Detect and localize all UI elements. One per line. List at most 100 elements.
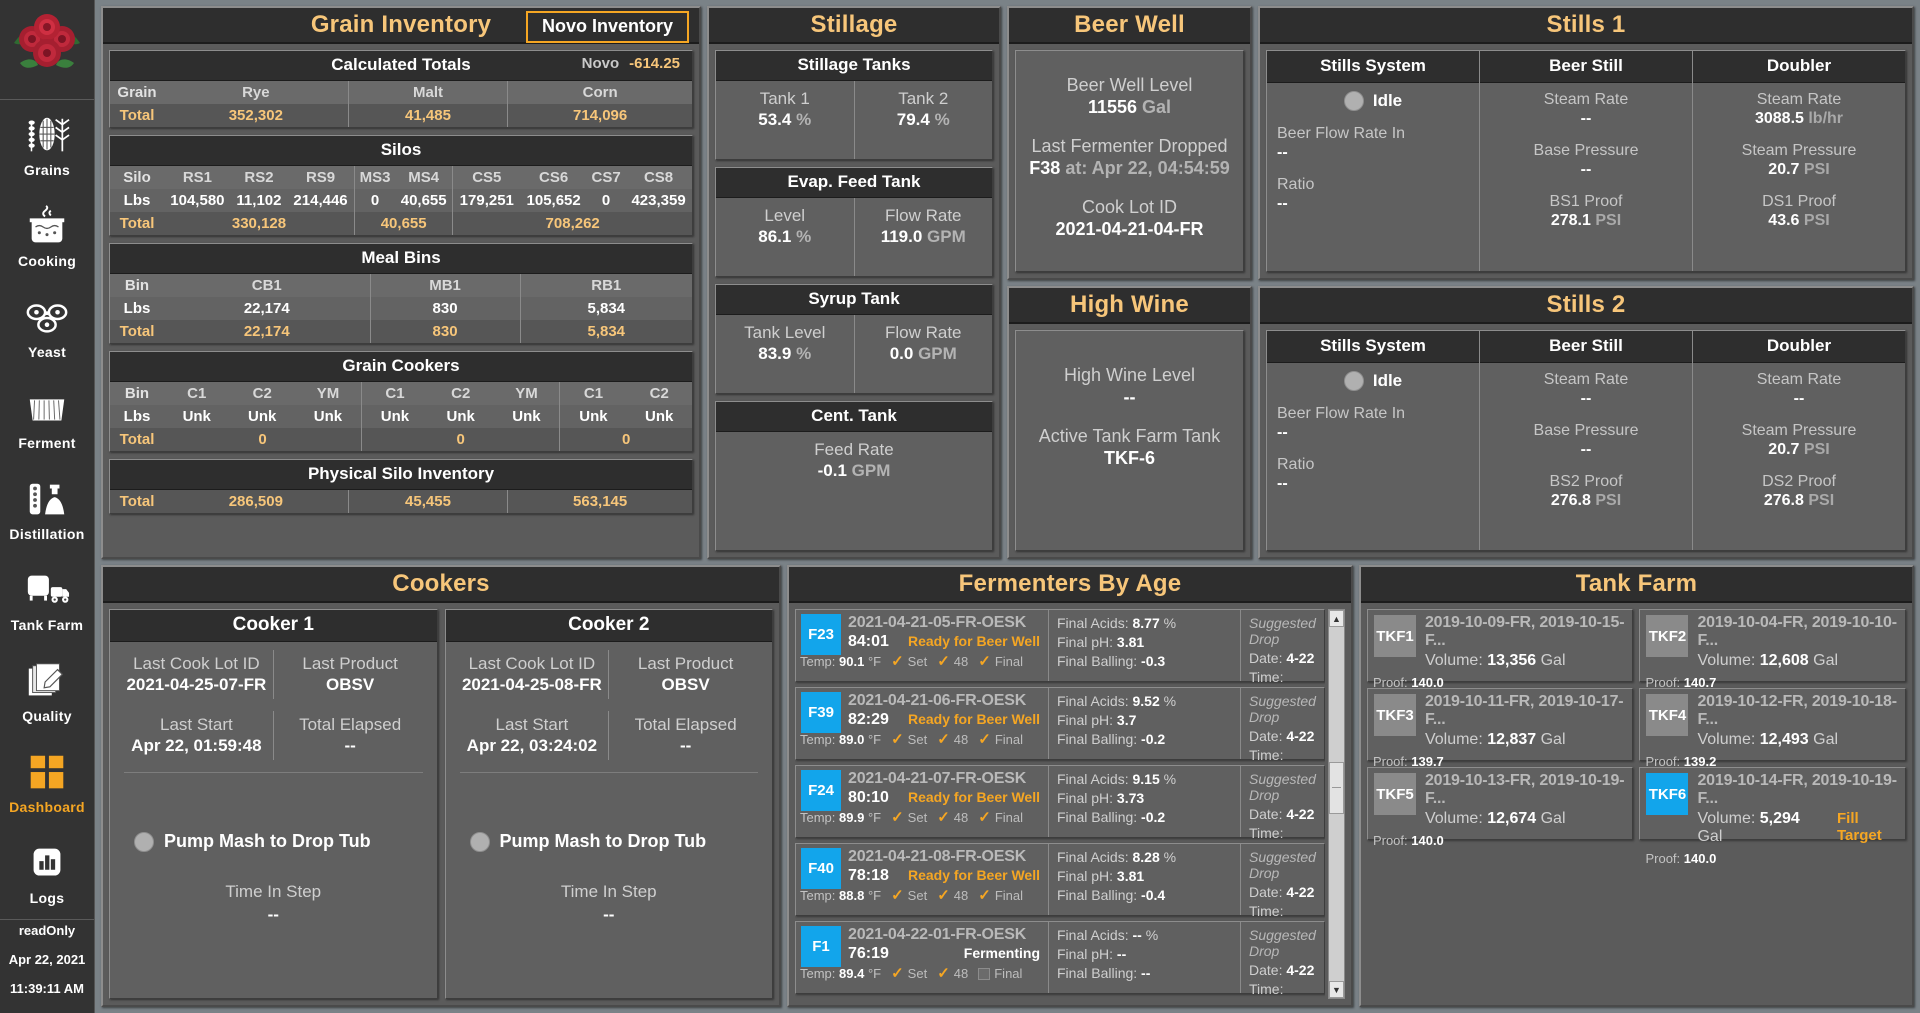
checkbox-set[interactable]: ✓ Set [891,654,927,669]
cooker-2-time-in-step: Time In Step -- [456,882,763,925]
col-header-doubler: Doubler [1693,51,1905,83]
checkbox-final[interactable]: ✓ Final [978,888,1023,903]
panel-stills-1: Stills 1 Stills System Idle Beer Flow Ra… [1258,6,1914,280]
cooker-1-pump-mash[interactable]: Pump Mash to Drop Tub [120,831,427,852]
checkbox-final[interactable]: ✓ Final [978,732,1023,747]
checkbox-final[interactable]: ✓ Final [978,810,1023,825]
tank-farm-card[interactable]: TKF2 2019-10-04-FR, 2019-10-10-F... Volu… [1639,609,1906,690]
sidebar-item-logs[interactable]: Logs [0,828,94,919]
table-row: Total 352,302 41,485 714,096 [110,104,692,127]
tank-farm-card[interactable]: TKF5 2019-10-13-FR, 2019-10-19-F... Volu… [1366,767,1634,848]
suggested-drop-label: Suggested Drop [1249,693,1316,725]
checkbox-set[interactable]: ✓ Set [891,810,927,825]
fermenter-row[interactable]: F1 2021-04-22-01-FR-OESK 76:19 Fermentin… [795,921,1325,999]
scroll-up-icon[interactable]: ▲ [1328,610,1344,627]
checkbox-48[interactable]: ✓ 48 [937,810,968,825]
fermenter-age-state: 80:10 Ready for Beer Well [848,789,1044,807]
checkbox-final[interactable]: ✓ Final [978,654,1023,669]
app-logo[interactable] [0,0,94,100]
kpi-number: 119.0 [880,227,923,246]
sidebar-item-label: Tank Farm [10,616,84,633]
cell-lbs: Unk [229,405,295,428]
stills-1-header: Stills 1 [1260,8,1912,44]
fermenter-tag: F24 [801,770,841,811]
tank-farm-card[interactable]: TKF3 2019-10-11-FR, 2019-10-17-F... Volu… [1366,688,1634,769]
final-ph: Final pH: 3.81 [1057,868,1145,884]
ds1-steam-rate: Steam Rate 3088.5 lb/hr [1703,91,1895,128]
checkbox-final[interactable]: Final [978,966,1022,981]
col-header: RS2 [230,166,288,189]
sidebar-item-ferment[interactable]: Ferment [0,373,94,464]
suggested-drop-date: Date: 4-22 [1249,884,1315,900]
checkbox-48[interactable]: ✓ 48 [937,888,968,903]
cooker-1-inner: Last Cook Lot ID 2021-04-25-07-FR Last P… [110,642,437,998]
sidebar-item-distillation[interactable]: Distillation [0,464,94,555]
sidebar-item-quality[interactable]: Quality [0,646,94,737]
cell-value: -- [1581,390,1592,408]
checkbox-set[interactable]: ✓ Set [891,888,927,903]
kpi-value: TKF-6 [1104,448,1155,468]
checkbox-set[interactable]: ✓ Set [891,732,927,747]
col-header: RS1 [164,166,231,189]
pump-status-led-icon [134,831,154,852]
fermenter-row[interactable]: F40 2021-04-21-08-FR-OESK 78:18 Ready fo… [795,843,1325,935]
sidebar-item-dashboard[interactable]: Dashboard [0,737,94,828]
sidebar-item-cooking[interactable]: Cooking [0,191,94,282]
scrollbar-track[interactable] [1328,627,1344,981]
beer-well-header: Beer Well [1009,8,1250,44]
stillage-tanks-title: Stillage Tanks [716,51,992,81]
kpi-cook-lot-id: Cook Lot ID 2021-04-21-04-FR [1055,197,1203,240]
sidebar-item-yeast[interactable]: Yeast [0,282,94,373]
status-mode: readOnly [18,923,76,938]
fermenter-row[interactable]: F24 2021-04-21-07-FR-OESK 80:10 Ready fo… [795,765,1325,857]
col-header: C1 [164,382,230,405]
fermenter-suggested-drop: Suggested Drop Date: 4-22 Time: 19:19 [1240,922,1324,999]
tank-lot-ids: 2019-10-09-FR, 2019-10-15-F... [1424,614,1625,649]
scrollbar-thumb[interactable] [1328,761,1344,814]
final-ph: Final pH: 3.81 [1057,634,1145,650]
stills-1-body: Stills System Idle Beer Flow Rate In -- [1260,44,1912,278]
tank-volume-row: Volume: 5,294 Gal Fill Target [1697,810,1900,846]
cell-label: Last Cook Lot ID [468,654,596,673]
novo-inventory-button[interactable]: Novo Inventory [525,11,689,43]
kpi-tank-2: Tank 2 79.4 % [853,81,993,159]
kpi-tank-1: Tank 1 53.4 % [716,81,854,159]
row-label: Total [110,428,164,451]
fermenter-scrollbar[interactable]: ▲ ▼ [1327,609,1345,999]
cell-lbs: 179,251 [452,189,521,212]
checkbox-48[interactable]: ✓ 48 [937,654,968,669]
tank-tag: TKF4 [1646,694,1689,736]
sidebar-item-grains[interactable]: Grains [0,100,94,191]
kpi-value: 53.4 % [758,110,811,130]
sidebar-item-tank-farm[interactable]: Tank Farm [0,555,94,646]
cooker-2-pump-mash[interactable]: Pump Mash to Drop Tub [456,831,763,852]
cell-label: Beer Flow Rate In [1277,405,1406,422]
kpi-value: 2021-04-21-04-FR [1055,219,1204,239]
fermenter-row[interactable]: F23 2021-04-21-05-FR-OESK 84:01 Ready fo… [795,609,1325,701]
fermenter-lab-results: Final Acids: 9.52 % Final pH: 3.7 Final … [1048,688,1240,759]
cell-total-corn: 714,096 [507,104,692,127]
kpi-label: Active Tank Farm Tank [1038,426,1221,446]
status-badge: Ready for Beer Well [907,711,1040,727]
fermenter-list[interactable]: F23 2021-04-21-05-FR-OESK 84:01 Ready fo… [795,609,1325,999]
suggested-drop-label: Suggested Drop [1249,771,1316,803]
kpi-syrup-level: Tank Level 83.9 % [716,315,854,393]
still-icon [29,483,65,514]
stillage-tanks-values: Tank 1 53.4 % Tank 2 79.4 % [716,81,992,159]
panel-title-fermenters: Fermenters By Age [958,570,1182,597]
checkbox-48[interactable]: ✓ 48 [937,966,968,981]
checkbox-set[interactable]: ✓ Set [891,966,927,981]
scroll-down-icon[interactable]: ▼ [1328,981,1344,998]
sidebar-item-label: Grains [23,161,71,178]
col-header: MS3 [353,166,396,189]
tank-farm-card[interactable]: TKF4 2019-10-12-FR, 2019-10-18-F... Volu… [1639,688,1906,769]
tank-farm-card[interactable]: TKF6 2019-10-14-FR, 2019-10-19-F... Volu… [1639,767,1906,866]
fermenter-tag: F23 [801,614,841,655]
cell-label: Last Cook Lot ID [133,654,260,673]
top-row: Grain Inventory Novo Inventory Calculate… [101,6,1914,559]
tank-farm-card[interactable]: TKF1 2019-10-09-FR, 2019-10-15-F... Volu… [1366,609,1634,690]
fermenter-row[interactable]: F39 2021-04-21-06-FR-OESK 82:29 Ready fo… [795,687,1325,779]
checkbox-48[interactable]: ✓ 48 [937,732,968,747]
cell-number: 43.6 [1768,212,1800,229]
checkbox-label: Set [907,966,928,981]
